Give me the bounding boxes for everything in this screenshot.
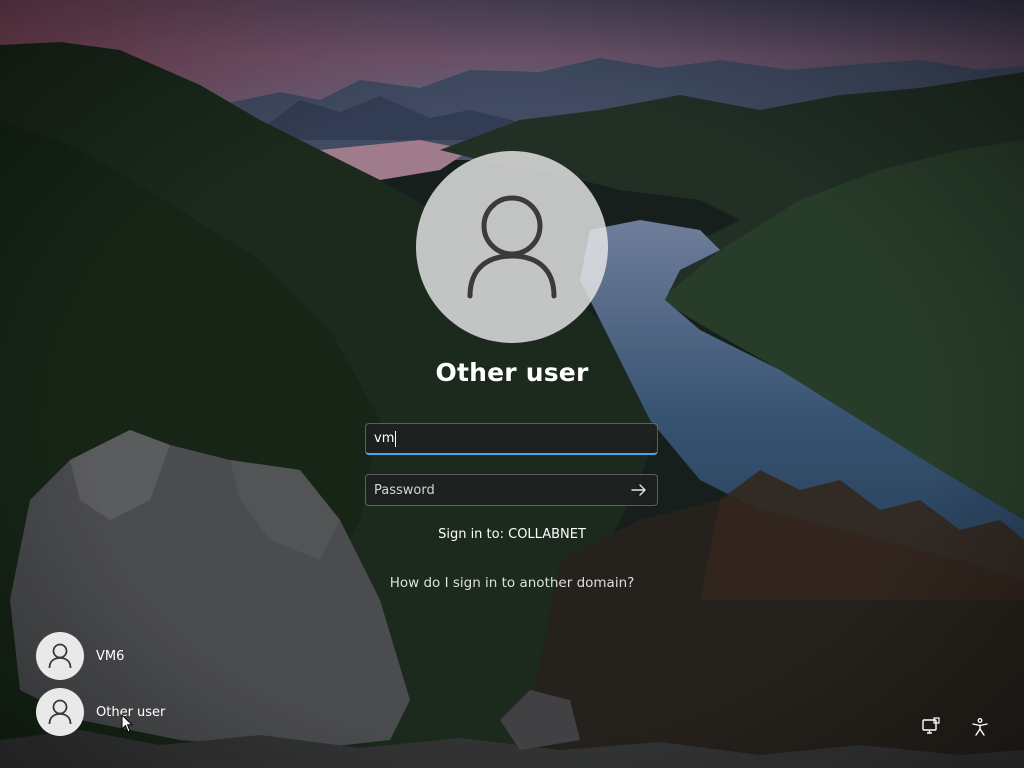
user-list-label: VM6 xyxy=(96,648,125,664)
user-icon xyxy=(36,688,84,736)
user-icon xyxy=(467,195,557,299)
username-value: vm xyxy=(374,431,395,446)
password-placeholder: Password xyxy=(374,482,435,498)
user-icon xyxy=(36,632,84,680)
accessibility-icon[interactable] xyxy=(969,716,991,738)
network-icon[interactable] xyxy=(920,716,942,738)
password-input[interactable]: Password xyxy=(365,474,658,506)
sign-in-domain-text: Sign in to: COLLABNET xyxy=(438,527,586,542)
domain-help-link[interactable]: How do I sign in to another domain? xyxy=(312,575,712,591)
user-list-item-vm6[interactable]: VM6 xyxy=(36,632,124,680)
text-caret xyxy=(395,430,397,447)
user-list-item-other-user[interactable]: Other user xyxy=(36,688,165,736)
mouse-cursor-icon xyxy=(121,714,133,733)
user-display-name: Other user xyxy=(435,358,589,387)
submit-arrow-icon[interactable] xyxy=(629,481,649,499)
user-avatar xyxy=(416,151,608,343)
lock-screen: Other user vm Password Sign in to: COLLA… xyxy=(0,0,1024,768)
username-input[interactable]: vm xyxy=(365,423,658,455)
